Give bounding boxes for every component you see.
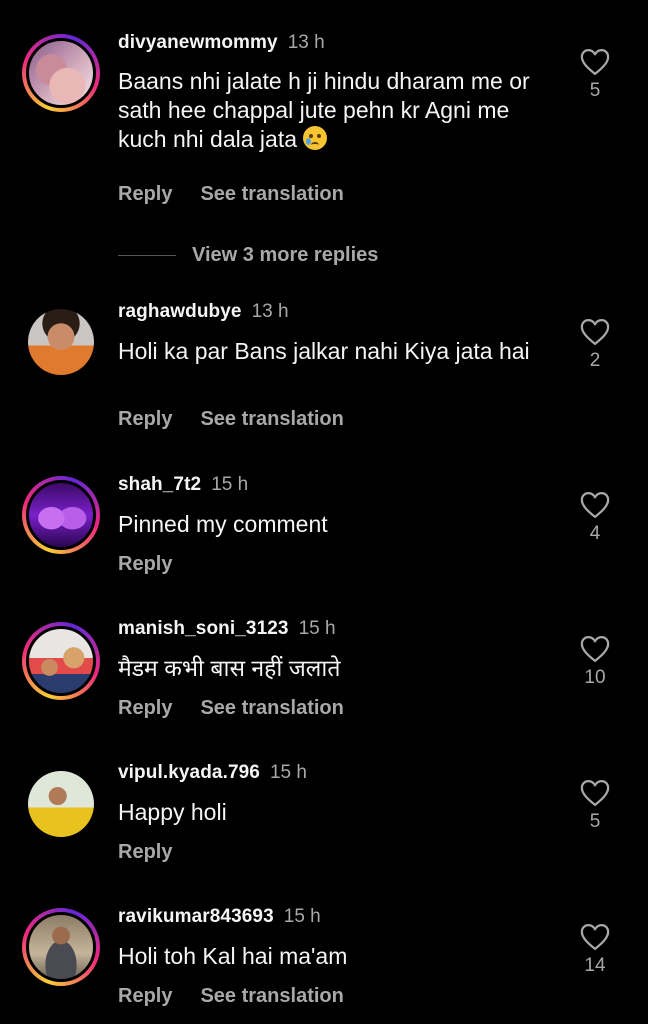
comment-meta: ravikumar843693 15 h	[118, 906, 321, 928]
reply-button[interactable]: Reply	[118, 697, 172, 719]
comment-text: Holi toh Kal hai ma'am	[118, 942, 558, 971]
comment-meta: vipul.kyada.796 15 h	[118, 762, 307, 784]
like-area: 5	[575, 779, 615, 833]
comment-meta: raghawdubye 13 h	[118, 301, 289, 323]
avatar[interactable]	[28, 771, 94, 837]
comment-body: मैडम कभी बास नहीं जलाते	[118, 655, 341, 681]
username[interactable]: shah_7t2	[118, 474, 201, 495]
avatar[interactable]	[22, 34, 100, 112]
comment-text: Pinned my comment	[118, 510, 558, 539]
divider	[118, 255, 176, 256]
comment-actions: Reply See translation	[118, 697, 344, 720]
view-more-replies-label: View 3 more replies	[192, 244, 379, 266]
heart-outline-icon[interactable]	[580, 491, 610, 519]
like-area: 14	[575, 923, 615, 977]
view-more-replies-button[interactable]: View 3 more replies	[118, 244, 378, 267]
timestamp: 15 h	[211, 474, 249, 495]
comment-actions: Reply See translation	[118, 183, 344, 206]
username[interactable]: manish_soni_3123	[118, 618, 289, 639]
comment-actions: Reply See translation	[118, 408, 344, 431]
comment-body: Pinned my comment	[118, 511, 328, 537]
comment-actions: Reply	[118, 553, 172, 576]
see-translation-button[interactable]: See translation	[200, 183, 343, 205]
like-count: 10	[584, 667, 606, 688]
timestamp: 15 h	[298, 618, 336, 639]
comment-text: Holi ka par Bans jalkar nahi Kiya jata h…	[118, 337, 558, 366]
like-area: 2	[575, 318, 615, 372]
reply-button[interactable]: Reply	[118, 553, 172, 575]
comment-actions: Reply	[118, 841, 172, 864]
reply-button[interactable]: Reply	[118, 408, 172, 430]
comment-meta: manish_soni_3123 15 h	[118, 618, 336, 640]
reply-button[interactable]: Reply	[118, 841, 172, 863]
username[interactable]: raghawdubye	[118, 301, 242, 322]
avatar[interactable]	[22, 476, 100, 554]
heart-outline-icon[interactable]	[580, 318, 610, 346]
like-count: 2	[589, 350, 601, 371]
like-count: 5	[589, 80, 601, 101]
username[interactable]: divyanewmommy	[118, 32, 278, 53]
avatar[interactable]	[22, 622, 100, 700]
see-translation-button[interactable]: See translation	[200, 697, 343, 719]
timestamp: 13 h	[251, 301, 289, 322]
comment-body: Happy holi	[118, 799, 227, 825]
like-area: 4	[575, 491, 615, 545]
heart-outline-icon[interactable]	[580, 779, 610, 807]
see-translation-button[interactable]: See translation	[200, 408, 343, 430]
comment-body: Holi toh Kal hai ma'am	[118, 943, 348, 969]
heart-outline-icon[interactable]	[580, 635, 610, 663]
comment-text: Happy holi	[118, 798, 558, 827]
avatar[interactable]	[22, 908, 100, 986]
comment-actions: Reply See translation	[118, 985, 344, 1008]
comment-text: मैडम कभी बास नहीं जलाते	[118, 654, 558, 683]
crying-face-emoji-icon	[303, 126, 328, 150]
username[interactable]: ravikumar843693	[118, 906, 274, 927]
timestamp: 13 h	[287, 32, 325, 53]
comment-meta: divyanewmommy 13 h	[118, 32, 325, 54]
comment-meta: shah_7t2 15 h	[118, 474, 248, 496]
comment-text: Baans nhi jalate h ji hindu dharam me or…	[118, 67, 558, 154]
heart-outline-icon[interactable]	[580, 923, 610, 951]
comment-body: Holi ka par Bans jalkar nahi Kiya jata h…	[118, 338, 530, 364]
heart-outline-icon[interactable]	[580, 48, 610, 76]
like-count: 5	[589, 811, 601, 832]
like-count: 14	[584, 955, 606, 976]
like-area: 10	[575, 635, 615, 689]
username[interactable]: vipul.kyada.796	[118, 762, 260, 783]
avatar[interactable]	[28, 309, 94, 375]
like-area: 5	[575, 48, 615, 102]
reply-button[interactable]: Reply	[118, 183, 172, 205]
timestamp: 15 h	[283, 906, 321, 927]
see-translation-button[interactable]: See translation	[200, 985, 343, 1007]
reply-button[interactable]: Reply	[118, 985, 172, 1007]
like-count: 4	[589, 523, 601, 544]
timestamp: 15 h	[269, 762, 307, 783]
